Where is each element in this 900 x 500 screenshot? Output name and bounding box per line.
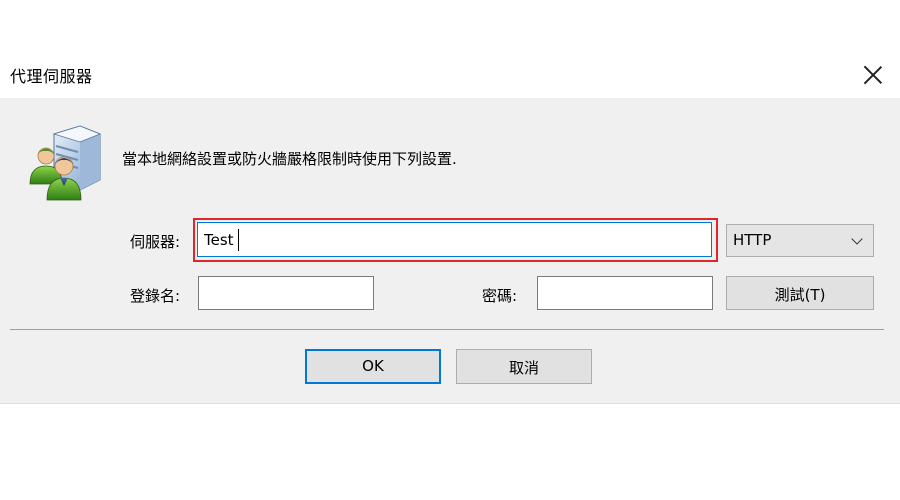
username-input[interactable] bbox=[198, 276, 374, 310]
ok-button[interactable]: OK bbox=[305, 349, 441, 384]
password-input[interactable] bbox=[537, 276, 713, 310]
protocol-value: HTTP bbox=[733, 231, 772, 249]
server-input[interactable] bbox=[197, 222, 712, 257]
test-button[interactable]: 測試(T) bbox=[726, 276, 874, 310]
dialog-title-bar: 代理伺服器 bbox=[0, 54, 900, 98]
chevron-down-icon bbox=[851, 233, 863, 245]
test-button-label: 測試(T) bbox=[774, 286, 826, 304]
protocol-select[interactable]: HTTP bbox=[726, 224, 874, 257]
text-caret bbox=[238, 229, 239, 251]
separator bbox=[10, 329, 884, 330]
proxy-server-users-icon bbox=[29, 125, 102, 201]
dialog-title: 代理伺服器 bbox=[10, 67, 93, 86]
ok-button-label: OK bbox=[362, 357, 384, 375]
cancel-button[interactable]: 取消 bbox=[456, 349, 592, 384]
dialog-bottom-edge bbox=[0, 403, 900, 404]
server-label: 伺服器: bbox=[130, 233, 181, 251]
username-label: 登錄名: bbox=[130, 287, 181, 305]
cancel-button-label: 取消 bbox=[508, 359, 539, 377]
dialog-body: 當本地網絡設置或防火牆嚴格限制時使用下列設置. 伺服器: HTTP 登錄名: 密… bbox=[0, 98, 900, 403]
password-label: 密碼: bbox=[482, 287, 518, 305]
close-icon[interactable] bbox=[860, 62, 886, 88]
info-text: 當本地網絡設置或防火牆嚴格限制時使用下列設置. bbox=[122, 150, 457, 168]
